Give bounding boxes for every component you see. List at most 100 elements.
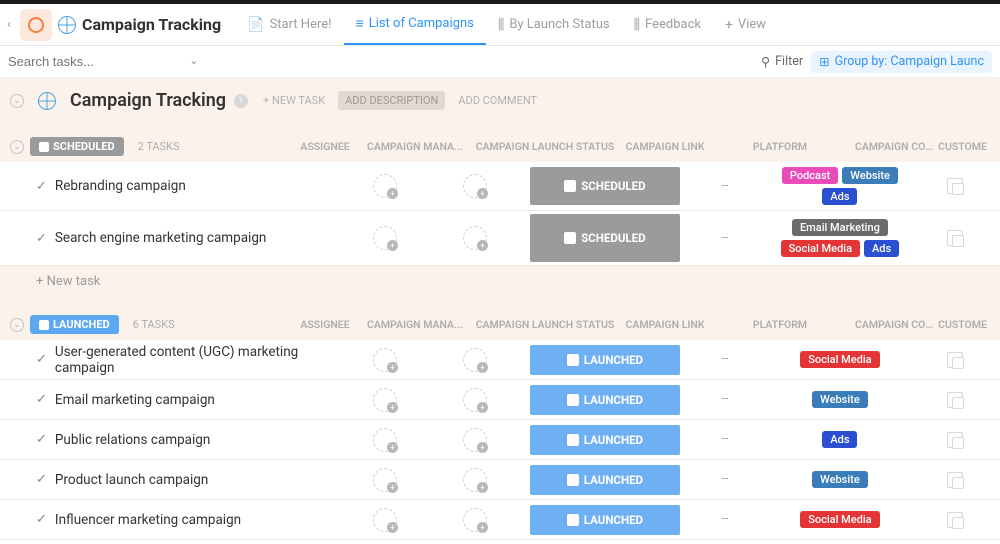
app-logo[interactable] — [20, 9, 52, 41]
cell-status[interactable]: ▶LAUNCHED — [525, 385, 685, 415]
tab-by-launch-status[interactable]: ⫼ By Launch Status — [486, 4, 622, 45]
check-icon[interactable]: ✓ — [36, 352, 47, 367]
col-assignee[interactable]: ASSIGNEE — [285, 140, 365, 153]
manager-add-icon[interactable] — [463, 348, 487, 372]
col-customer[interactable]: CUSTOME — [935, 318, 990, 331]
cell-platform[interactable]: Ads — [765, 425, 915, 455]
platform-tag[interactable]: Podcast — [782, 167, 838, 184]
chevron-down-icon[interactable]: ⌄ — [190, 56, 198, 67]
search-input[interactable] — [8, 54, 138, 69]
cell-status[interactable]: ⇄SCHEDULED — [525, 165, 685, 207]
manager-add-icon[interactable] — [463, 508, 487, 532]
search-box[interactable]: ⌄ — [8, 54, 198, 69]
group-status-pill[interactable]: ⇄SCHEDULED — [30, 137, 124, 156]
col-manager[interactable]: CAMPAIGN MANA... — [365, 140, 465, 153]
cell-status[interactable]: ▶LAUNCHED — [525, 425, 685, 455]
platform-tag[interactable]: Social Media — [800, 351, 879, 368]
col-platform[interactable]: PLATFORM — [705, 318, 855, 331]
cell-manager[interactable] — [425, 214, 525, 262]
cell-assignee[interactable] — [345, 385, 425, 415]
cell-link[interactable]: – — [685, 385, 765, 415]
task-name[interactable]: Search engine marketing campaign — [55, 230, 345, 246]
platform-tag[interactable]: Website — [812, 391, 868, 408]
check-icon[interactable]: ✓ — [36, 392, 47, 407]
cell-copy[interactable] — [915, 425, 995, 455]
platform-tag[interactable]: Website — [812, 471, 868, 488]
new-task-button[interactable]: + NEW TASK — [256, 91, 332, 110]
cell-manager[interactable] — [425, 425, 525, 455]
manager-add-icon[interactable] — [463, 174, 487, 198]
task-row[interactable]: ✓User-generated content (UGC) marketing … — [0, 340, 1000, 380]
platform-tag[interactable]: Ads — [822, 431, 857, 448]
cell-customer[interactable]: – — [995, 385, 1000, 415]
platform-tag[interactable]: Ads — [822, 188, 857, 205]
cell-customer[interactable]: – — [995, 165, 1000, 207]
col-manager[interactable]: CAMPAIGN MANA... — [365, 318, 465, 331]
cell-platform[interactable]: Website — [765, 385, 915, 415]
check-icon[interactable]: ✓ — [36, 512, 47, 527]
cell-copy[interactable] — [915, 465, 995, 495]
col-link[interactable]: CAMPAIGN LINK — [625, 318, 705, 331]
cell-link[interactable]: – — [685, 345, 765, 375]
info-icon[interactable]: i — [234, 94, 248, 108]
col-customer[interactable]: CUSTOME — [935, 140, 990, 153]
cell-customer[interactable]: – — [995, 465, 1000, 495]
col-copy[interactable]: CAMPAIGN COPY — [855, 318, 935, 331]
cell-manager[interactable] — [425, 505, 525, 535]
cell-customer[interactable]: – — [995, 425, 1000, 455]
col-platform[interactable]: PLATFORM — [705, 140, 855, 153]
new-task-row[interactable]: + New task — [0, 266, 1000, 297]
manager-add-icon[interactable] — [463, 226, 487, 250]
check-icon[interactable]: ✓ — [36, 179, 47, 194]
task-name[interactable]: Email marketing campaign — [55, 392, 345, 408]
col-link[interactable]: CAMPAIGN LINK — [625, 140, 705, 153]
platform-tag[interactable]: Website — [842, 167, 898, 184]
manager-add-icon[interactable] — [463, 468, 487, 492]
copy-icon[interactable] — [947, 392, 963, 408]
group-status-pill[interactable]: ▶LAUNCHED — [30, 315, 119, 334]
cell-customer[interactable]: – — [995, 345, 1000, 375]
cell-copy[interactable] — [915, 345, 995, 375]
cell-link[interactable]: – — [685, 425, 765, 455]
assignee-add-icon[interactable] — [373, 388, 397, 412]
cell-link[interactable]: – — [685, 214, 765, 262]
status-pill[interactable]: ▶LAUNCHED — [530, 425, 680, 455]
cell-copy[interactable] — [915, 214, 995, 262]
assignee-add-icon[interactable] — [373, 174, 397, 198]
cell-link[interactable]: – — [685, 465, 765, 495]
check-icon[interactable]: ✓ — [36, 472, 47, 487]
group-by-button[interactable]: ⊞ Group by: Campaign Launc — [811, 51, 992, 73]
status-pill[interactable]: ▶LAUNCHED — [530, 505, 680, 535]
cell-customer[interactable]: – — [995, 505, 1000, 535]
filter-button[interactable]: ⚲ Filter — [753, 51, 811, 73]
status-pill[interactable]: ⇄SCHEDULED — [530, 214, 680, 262]
task-row[interactable]: ✓Rebranding campaign⇄SCHEDULED–PodcastWe… — [0, 162, 1000, 211]
tab-list-of-campaigns[interactable]: ≡ List of Campaigns — [344, 4, 486, 45]
task-name[interactable]: Public relations campaign — [55, 432, 345, 448]
tab-feedback[interactable]: ⫼ Feedback — [622, 4, 713, 45]
task-row[interactable]: ✓ Search engine marketing campaign ⇄SCHEDU… — [0, 211, 1000, 266]
cell-assignee[interactable] — [345, 465, 425, 495]
cell-status[interactable]: ▶LAUNCHED — [525, 505, 685, 535]
check-icon[interactable]: ✓ — [36, 231, 47, 246]
task-name[interactable]: Influencer marketing campaign — [55, 512, 345, 528]
assignee-add-icon[interactable] — [373, 468, 397, 492]
cell-copy[interactable] — [915, 165, 995, 207]
cell-status[interactable]: ▶LAUNCHED — [525, 465, 685, 495]
tab-start-here[interactable]: 📄 Start Here! — [235, 4, 343, 45]
status-pill[interactable]: ▶LAUNCHED — [530, 345, 680, 375]
task-row[interactable]: ✓Video marketing campaign▶LAUNCHED–Email… — [0, 540, 1000, 544]
copy-icon[interactable] — [947, 512, 963, 528]
manager-add-icon[interactable] — [463, 388, 487, 412]
cell-platform[interactable]: Website — [765, 465, 915, 495]
cell-assignee[interactable] — [345, 505, 425, 535]
cell-manager[interactable] — [425, 465, 525, 495]
copy-icon[interactable] — [947, 472, 963, 488]
cell-assignee[interactable] — [345, 425, 425, 455]
cell-platform[interactable]: Social Media — [765, 345, 915, 375]
cell-manager[interactable] — [425, 345, 525, 375]
check-icon[interactable]: ✓ — [36, 432, 47, 447]
cell-customer[interactable]: – — [995, 214, 1000, 262]
assignee-add-icon[interactable] — [373, 348, 397, 372]
cell-assignee[interactable] — [345, 165, 425, 207]
